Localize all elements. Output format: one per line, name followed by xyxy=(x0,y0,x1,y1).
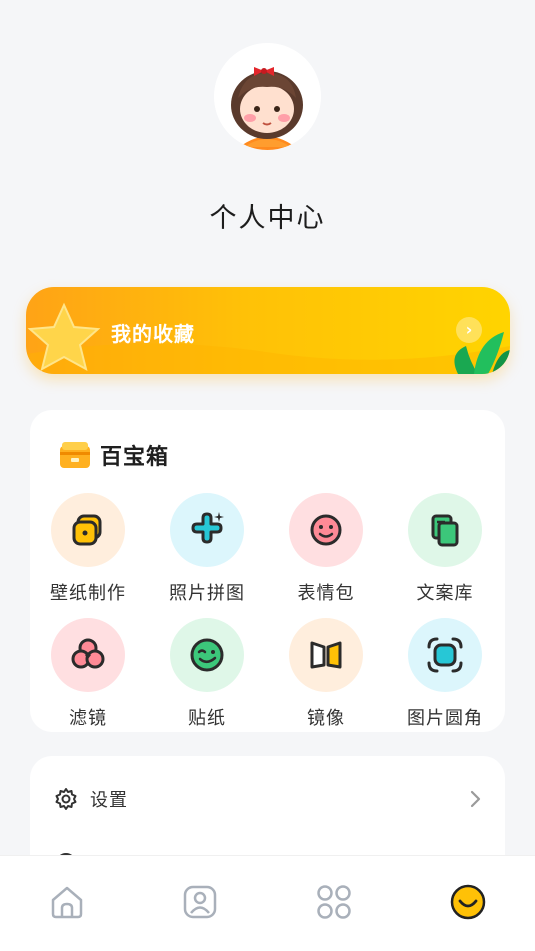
nav-profile-active[interactable] xyxy=(450,884,486,920)
tool-label: 照片拼图 xyxy=(169,583,245,604)
tool-label: 文案库 xyxy=(416,583,474,604)
tool-label: 贴纸 xyxy=(188,708,226,729)
wallpaper-icon xyxy=(72,514,102,546)
tool-label: 图片圆角 xyxy=(407,708,483,729)
tool-icon-bg xyxy=(51,493,125,567)
filter-icon xyxy=(71,638,105,669)
mirror-icon xyxy=(310,641,342,669)
tool-stickers-emoji[interactable]: 表情包 xyxy=(276,493,376,605)
tool-label: 表情包 xyxy=(297,583,355,604)
tool-label: 镜像 xyxy=(307,708,345,729)
toolbox-card: 百宝箱 壁纸制作 照片拼图 表情包 文案库 滤镜 贴纸 镜像 图片圆角 xyxy=(30,410,505,732)
toolbox-title: 百宝箱 xyxy=(100,445,170,470)
copy-library-icon xyxy=(431,514,459,547)
tool-wallpaper[interactable]: 壁纸制作 xyxy=(38,493,138,605)
nav-home[interactable] xyxy=(49,884,85,920)
girl-avatar-illustration xyxy=(214,43,321,150)
gear-icon xyxy=(55,788,77,810)
tool-icon-bg xyxy=(51,618,125,692)
tool-copy-library[interactable]: 文案库 xyxy=(395,493,495,605)
toolbox-icon xyxy=(60,442,90,468)
toolbox-header: 百宝箱 xyxy=(58,440,169,470)
profile-card-icon xyxy=(183,885,217,919)
tool-icon-bg xyxy=(408,493,482,567)
page-title: 个人中心 xyxy=(209,203,326,234)
tool-icon-bg xyxy=(408,618,482,692)
avatar[interactable] xyxy=(214,43,321,150)
rounded-corner-icon xyxy=(427,637,463,673)
favorites-label: 我的收藏 xyxy=(111,322,195,346)
tool-mirror[interactable]: 镜像 xyxy=(276,618,376,730)
tool-label: 滤镜 xyxy=(69,708,107,729)
settings-label: 设置 xyxy=(90,790,128,811)
leaf-decoration-icon xyxy=(454,332,510,374)
sticker-icon xyxy=(190,638,224,672)
tool-sticker[interactable]: 贴纸 xyxy=(157,618,257,730)
tool-icon-bg xyxy=(170,493,244,567)
settings-row[interactable]: 设置 xyxy=(54,784,484,814)
chevron-right-icon xyxy=(470,790,481,808)
home-icon xyxy=(51,886,83,919)
tool-rounded-corners[interactable]: 图片圆角 xyxy=(395,618,495,730)
nav-apps[interactable] xyxy=(316,884,352,920)
smile-face-icon xyxy=(450,884,486,920)
bottom-nav xyxy=(0,855,535,951)
tool-photo-collage[interactable]: 照片拼图 xyxy=(157,493,257,605)
favorites-banner[interactable]: 我的收藏 › xyxy=(26,287,510,374)
tool-icon-bg xyxy=(170,618,244,692)
star-icon xyxy=(27,302,101,371)
smiley-icon xyxy=(310,514,342,546)
puzzle-icon xyxy=(191,512,224,544)
tool-icon-bg xyxy=(289,493,363,567)
tool-icon-bg xyxy=(289,618,363,692)
apps-grid-icon xyxy=(317,885,351,919)
nav-profile-card[interactable] xyxy=(182,884,218,920)
tool-label: 壁纸制作 xyxy=(50,583,126,604)
tool-filter[interactable]: 滤镜 xyxy=(38,618,138,730)
